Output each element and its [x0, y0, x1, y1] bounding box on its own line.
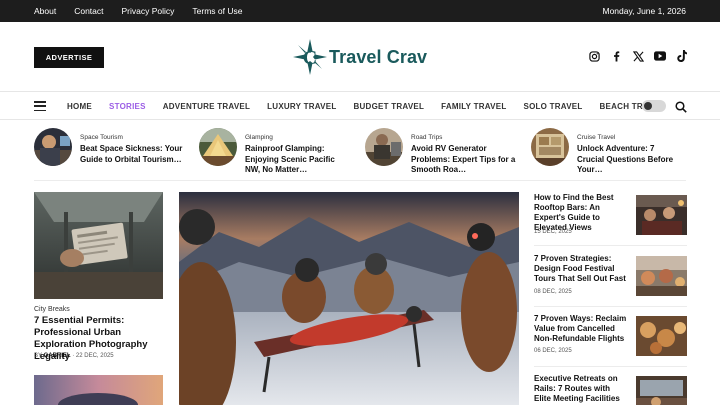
side-article-image[interactable] — [636, 256, 687, 296]
side-article-date: 08 DEC, 2025 — [534, 289, 572, 295]
logo-text: Travel Crav — [329, 46, 428, 67]
nav-item-home[interactable]: HOME — [67, 102, 92, 111]
nav-item-adventure-travel[interactable]: ADVENTURE TRAVEL — [163, 102, 250, 111]
trending-thumbnail[interactable] — [531, 128, 569, 166]
nav-item-solo-travel[interactable]: SOLO TRAVEL — [523, 102, 582, 111]
nav-item-stories[interactable]: STORIES — [109, 102, 146, 111]
current-date: Monday, June 1, 2026 — [602, 6, 687, 16]
top-link-privacy-policy[interactable]: Privacy Policy — [122, 6, 175, 16]
top-bar: About Contact Privacy Policy Terms of Us… — [0, 0, 720, 22]
top-link-terms-of-use[interactable]: Terms of Use — [192, 6, 242, 16]
byline-prefix: BY — [34, 353, 42, 359]
nav-item-family-travel[interactable]: FAMILY TRAVEL — [441, 102, 506, 111]
social-links — [588, 50, 688, 62]
trending-category[interactable]: Glamping — [245, 134, 350, 141]
trending-title[interactable]: Beat Space Sickness: Your Guide to Orbit… — [80, 144, 185, 165]
divider — [34, 180, 686, 181]
trending-title[interactable]: Unlock Adventure: 7 Crucial Questions Be… — [577, 144, 682, 176]
left-feature-image[interactable] — [34, 192, 163, 299]
side-article-title[interactable]: Executive Retreats on Rails: 7 Routes wi… — [534, 374, 629, 404]
trending-item[interactable]: Cruise Travel Unlock Adventure: 7 Crucia… — [531, 128, 682, 176]
svg-text:C: C — [303, 47, 317, 69]
dark-mode-toggle[interactable] — [642, 100, 666, 112]
byline-separator: · — [72, 353, 75, 359]
trending-title[interactable]: Rainproof Glamping: Enjoying Scenic Paci… — [245, 144, 350, 176]
site-header: ADVERTISE C Travel Crav — [0, 22, 720, 92]
trending-item[interactable]: Space Tourism Beat Space Sickness: Your … — [34, 128, 185, 173]
nav-item-luxury-travel[interactable]: LUXURY TRAVEL — [267, 102, 336, 111]
tiktok-icon[interactable] — [676, 50, 688, 62]
trending-category[interactable]: Road Trips — [411, 134, 516, 141]
facebook-icon[interactable] — [610, 50, 622, 62]
trending-thumbnail[interactable] — [34, 128, 72, 166]
trending-category[interactable]: Cruise Travel — [577, 134, 682, 141]
side-article-image[interactable] — [636, 376, 687, 405]
nav-items: HOME STORIES ADVENTURE TRAVEL LUXURY TRA… — [67, 92, 682, 120]
left-feature-category[interactable]: City Breaks — [34, 306, 70, 313]
site-logo[interactable]: C Travel Crav — [293, 38, 427, 76]
instagram-icon[interactable] — [588, 50, 600, 62]
hero-image[interactable] — [179, 192, 519, 405]
trending-title[interactable]: Avoid RV Generator Problems: Expert Tips… — [411, 144, 516, 176]
side-article-title[interactable]: 7 Proven Strategies: Design Food Festiva… — [534, 254, 629, 284]
menu-icon[interactable] — [34, 101, 46, 111]
compass-logo-icon: C — [293, 39, 327, 75]
top-link-about[interactable]: About — [34, 6, 56, 16]
top-link-contact[interactable]: Contact — [74, 6, 103, 16]
divider — [534, 306, 687, 307]
search-icon[interactable] — [675, 100, 687, 113]
divider — [534, 366, 687, 367]
left-feature-byline: BY GABRIEL · 22 DEC, 2025 — [34, 353, 114, 359]
side-article-image[interactable] — [636, 195, 687, 235]
divider — [534, 245, 687, 246]
trending-item[interactable]: Road Trips Avoid RV Generator Problems: … — [365, 128, 516, 176]
trending-category[interactable]: Space Tourism — [80, 134, 185, 141]
article-date: 22 DEC, 2025 — [75, 353, 114, 359]
side-article-date: 06 DEC, 2025 — [534, 348, 572, 354]
nav-item-budget-travel[interactable]: BUDGET TRAVEL — [353, 102, 424, 111]
side-article-image[interactable] — [636, 316, 687, 356]
advertise-button[interactable]: ADVERTISE — [34, 47, 104, 68]
author-link[interactable]: GABRIEL — [44, 353, 71, 359]
x-icon[interactable] — [632, 50, 644, 62]
youtube-icon[interactable] — [654, 50, 666, 62]
top-links: About Contact Privacy Policy Terms of Us… — [34, 0, 243, 22]
trending-thumbnail[interactable] — [365, 128, 403, 166]
left-second-image[interactable] — [34, 375, 163, 405]
main-nav: HOME STORIES ADVENTURE TRAVEL LUXURY TRA… — [0, 92, 720, 120]
side-article-title[interactable]: How to Find the Best Rooftop Bars: An Ex… — [534, 193, 629, 233]
side-article-title[interactable]: 7 Proven Ways: Reclaim Value from Cancel… — [534, 314, 629, 344]
trending-item[interactable]: Glamping Rainproof Glamping: Enjoying Sc… — [199, 128, 350, 176]
toggle-knob — [644, 102, 652, 110]
trending-thumbnail[interactable] — [199, 128, 237, 166]
side-article-date: 15 DEC, 2025 — [534, 229, 572, 235]
